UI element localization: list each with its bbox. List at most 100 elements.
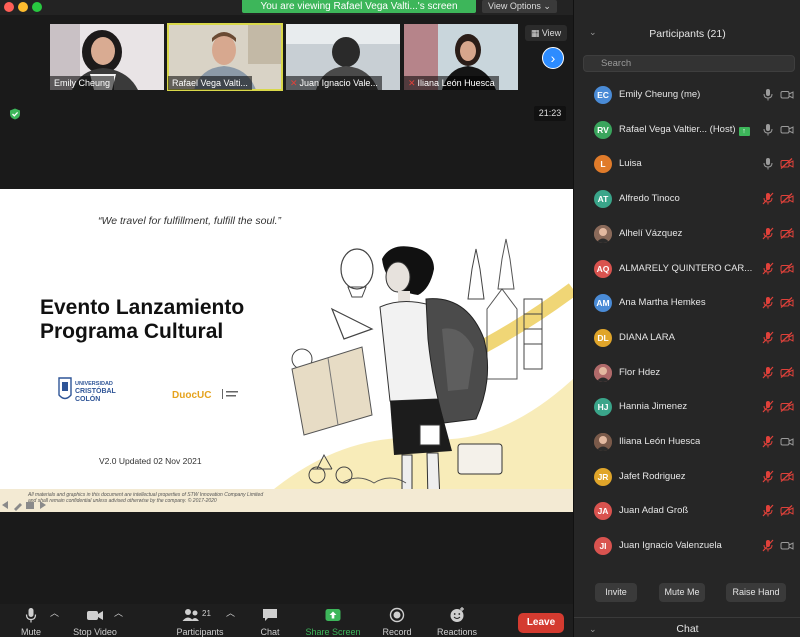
participant-row[interactable]: JR Jafet Rodriguez bbox=[574, 460, 800, 495]
participant-initials-avatar: AM bbox=[594, 294, 612, 313]
participant-name-text: ALMARELY QUINTERO CAR... bbox=[619, 262, 753, 274]
microphone-muted-icon[interactable] bbox=[762, 331, 774, 344]
video-camera-off-icon[interactable] bbox=[780, 193, 794, 205]
video-thumbnail-iliana[interactable]: ✕ Iliana León Huesca bbox=[404, 24, 518, 90]
video-thumbnail-emily[interactable]: Emily Cheung bbox=[50, 24, 164, 90]
microphone-muted-icon[interactable] bbox=[762, 470, 774, 483]
participant-name: Luisa bbox=[619, 158, 642, 169]
microphone-muted-icon[interactable] bbox=[762, 400, 774, 413]
microphone-icon[interactable] bbox=[762, 88, 774, 101]
participant-row[interactable]: Alhelí Vázquez bbox=[574, 217, 800, 252]
mic-muted-icon: ✕ bbox=[408, 78, 416, 88]
participants-label: Participants bbox=[176, 627, 224, 637]
microphone-muted-icon[interactable] bbox=[762, 192, 774, 205]
participant-name: Rafael Vega Valtier... (Host) ↑ bbox=[619, 124, 750, 136]
view-options-menu[interactable]: View Options ⌄ bbox=[482, 0, 557, 13]
video-camera-icon[interactable] bbox=[780, 540, 794, 551]
participant-initials-avatar: JR bbox=[594, 467, 612, 486]
ucc-logo-line-1: UNIVERSIDAD bbox=[75, 381, 113, 387]
next-page-arrow-icon[interactable]: › bbox=[542, 47, 564, 69]
mute-button[interactable]: Mute bbox=[19, 606, 43, 637]
video-camera-off-icon[interactable] bbox=[780, 331, 794, 343]
participants-button[interactable]: 21 Participants bbox=[173, 606, 227, 637]
meeting-toolbar: Mute ︿ Stop Video ︿ 21 Participants ︿ Ch… bbox=[0, 604, 573, 637]
mute-me-button[interactable]: Mute Me bbox=[659, 583, 705, 602]
participants-panel-actions: Invite Mute Me Raise Hand bbox=[574, 583, 800, 603]
duoc-logo-text: DuocUC bbox=[172, 390, 211, 401]
video-thumbnail-rafael[interactable]: Rafael Vega Valti... bbox=[167, 23, 283, 91]
participant-name: Alfredo Tinoco bbox=[619, 193, 680, 204]
close-window-button[interactable] bbox=[4, 2, 14, 12]
microphone-muted-icon[interactable] bbox=[762, 227, 774, 240]
participant-search-input[interactable] bbox=[583, 55, 795, 72]
microphone-muted-icon[interactable] bbox=[762, 262, 774, 275]
video-camera-off-icon[interactable] bbox=[780, 227, 794, 239]
video-camera-icon[interactable] bbox=[780, 124, 794, 135]
stop-video-label: Stop Video bbox=[73, 627, 117, 637]
microphone-muted-icon[interactable] bbox=[762, 504, 774, 517]
microphone-icon[interactable] bbox=[762, 157, 774, 170]
microphone-icon[interactable] bbox=[762, 123, 774, 136]
participant-row[interactable]: JA Juan Adad Groß bbox=[574, 494, 800, 529]
participant-row[interactable]: HJ Hannia Jimenez bbox=[574, 390, 800, 425]
video-options-caret-icon[interactable]: ︿ bbox=[114, 606, 123, 619]
video-camera-off-icon[interactable] bbox=[780, 297, 794, 309]
participant-name: Ana Martha Hemkes bbox=[619, 297, 706, 308]
microphone-muted-icon[interactable] bbox=[762, 366, 774, 379]
microphone-muted-icon[interactable] bbox=[762, 539, 774, 552]
slide-menu-icon bbox=[26, 502, 34, 509]
participant-row[interactable]: AM Ana Martha Hemkes bbox=[574, 286, 800, 321]
video-camera-icon[interactable] bbox=[780, 436, 794, 447]
participant-row[interactable]: Flor Hdez bbox=[574, 356, 800, 391]
viewing-screen-banner: You are viewing Rafael Vega Valti...'s s… bbox=[242, 0, 476, 13]
share-screen-icon bbox=[325, 609, 341, 621]
smiley-reactions-icon bbox=[450, 607, 464, 622]
microphone-muted-icon[interactable] bbox=[762, 435, 774, 448]
video-camera-off-icon[interactable] bbox=[780, 401, 794, 413]
participant-initials-avatar: AT bbox=[594, 190, 612, 209]
participants-icon: 21 bbox=[182, 609, 211, 621]
participant-row[interactable]: AT Alfredo Tinoco bbox=[574, 182, 800, 217]
raise-hand-button[interactable]: Raise Hand bbox=[726, 583, 786, 602]
invite-button[interactable]: Invite bbox=[595, 583, 637, 602]
participants-options-caret-icon[interactable]: ︿ bbox=[226, 606, 235, 619]
record-button[interactable]: Record bbox=[380, 606, 414, 637]
reactions-button[interactable]: Reactions bbox=[435, 606, 479, 637]
thumbnail-name: Rafael Vega Valti... bbox=[168, 76, 252, 90]
participant-name: Flor Hdez bbox=[619, 367, 660, 378]
share-screen-button[interactable]: Share Screen bbox=[304, 606, 362, 637]
participant-name-text: Juan Ignacio Valenzuela bbox=[619, 540, 722, 552]
video-camera-off-icon[interactable] bbox=[780, 470, 794, 482]
participant-photo-avatar bbox=[594, 363, 612, 382]
video-camera-off-icon[interactable] bbox=[780, 505, 794, 517]
leave-meeting-button[interactable]: Leave bbox=[518, 613, 564, 633]
participant-row[interactable]: AQ ALMARELY QUINTERO CAR... bbox=[574, 252, 800, 287]
participant-row[interactable]: EC Emily Cheung (me) bbox=[574, 78, 800, 113]
audio-options-caret-icon[interactable]: ︿ bbox=[50, 606, 59, 619]
encryption-shield-icon[interactable] bbox=[9, 108, 21, 120]
maximize-window-button[interactable] bbox=[32, 2, 42, 12]
video-camera-off-icon[interactable] bbox=[780, 366, 794, 378]
slide-navigation-controls[interactable] bbox=[0, 499, 48, 511]
microphone-muted-icon[interactable] bbox=[762, 296, 774, 309]
traveller-illustration bbox=[262, 238, 573, 509]
view-mode-button[interactable]: ▦ View bbox=[525, 25, 567, 41]
chat-section-header[interactable]: ⌄ Chat bbox=[574, 617, 800, 637]
chat-button[interactable]: Chat bbox=[255, 606, 285, 637]
participant-photo-avatar bbox=[594, 433, 612, 451]
video-thumbnail-juan-ignacio[interactable]: ✕ Juan Ignacio Vale... bbox=[286, 24, 400, 90]
participant-row[interactable]: Iliana León Huesca bbox=[574, 425, 800, 460]
participant-row[interactable]: RV Rafael Vega Valtier... (Host) ↑ bbox=[574, 113, 800, 148]
video-camera-off-icon[interactable] bbox=[780, 158, 794, 170]
video-camera-icon[interactable] bbox=[780, 89, 794, 100]
participant-row[interactable]: L Luisa bbox=[574, 147, 800, 182]
video-camera-off-icon[interactable] bbox=[780, 262, 794, 274]
participant-name: Emily Cheung (me) bbox=[619, 89, 700, 100]
slide-footer-text: All materials and graphics in this docum… bbox=[28, 492, 278, 504]
participant-row[interactable]: JI Juan Ignacio Valenzuela bbox=[574, 529, 800, 564]
participant-name-text: Hannia Jimenez bbox=[619, 401, 688, 413]
participant-row[interactable]: DL DIANA LARA bbox=[574, 321, 800, 356]
stop-video-button[interactable]: Stop Video bbox=[72, 606, 118, 637]
participant-name-text: Rafael Vega Valtier... (Host) bbox=[619, 123, 736, 135]
minimize-window-button[interactable] bbox=[18, 2, 28, 12]
